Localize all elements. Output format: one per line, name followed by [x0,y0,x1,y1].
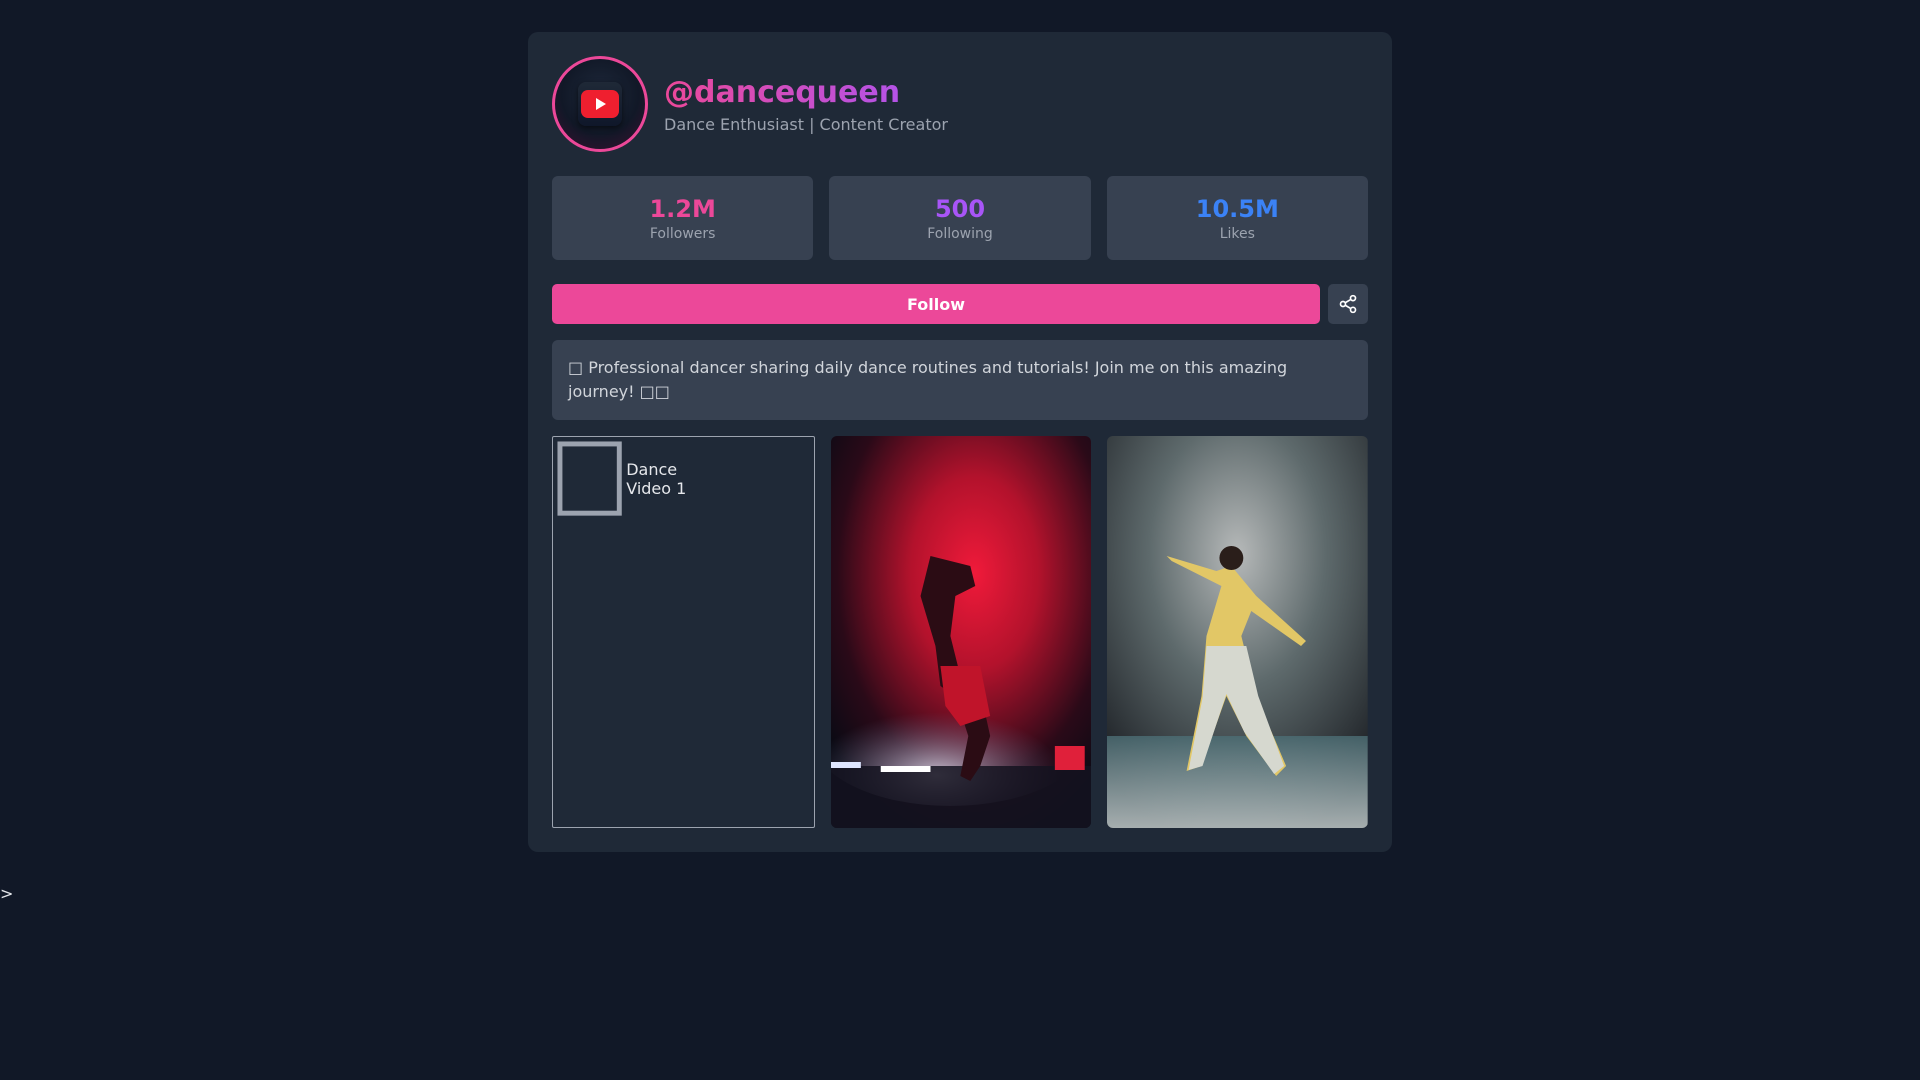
youtube-play-icon [581,90,619,118]
video-thumbnail-1[interactable]: Dance Video 1 [552,436,815,828]
broken-image-icon [557,441,622,516]
stat-followers[interactable]: 1.2M Followers [552,176,814,260]
stat-label: Likes [1219,226,1255,242]
profile-handle: @dancequeen [664,75,948,111]
share-button[interactable] [1328,284,1368,324]
stat-label: Followers [649,226,716,242]
play-icon [596,98,606,110]
video-thumbnail-3[interactable] [1107,436,1369,828]
stat-value: 10.5M [1195,195,1279,223]
action-row: Follow [552,284,1368,324]
stats-row: 1.2M Followers 500 Following 10.5M Likes [552,176,1368,260]
profile-info: @dancequeen Dance Enthusiast | Content C… [664,75,948,134]
stat-value: 500 [934,195,986,223]
broken-image-alt: Dance Video 1 [555,439,687,518]
about-text: □ Professional dancer sharing daily danc… [568,358,1288,401]
profile-header: @dancequeen Dance Enthusiast | Content C… [552,56,1368,152]
video-thumbnail-2[interactable] [830,436,1092,828]
avatar[interactable] [552,56,648,152]
video-grid: Dance Video 1 [552,436,1369,828]
stat-likes[interactable]: 10.5M Likes [1106,176,1368,260]
dancer-image [1107,436,1369,828]
follow-button[interactable]: Follow [552,284,1320,324]
tv-frame [578,82,622,126]
profile-card: @dancequeen Dance Enthusiast | Content C… [528,32,1392,852]
profile-tagline: Dance Enthusiast | Content Creator [664,114,948,134]
about-section: □ Professional dancer sharing daily danc… [552,340,1368,420]
video-alt-text: Dance Video 1 [626,459,687,498]
stray-text: > [0,884,14,903]
stat-value: 1.2M [649,195,716,223]
stat-following[interactable]: 500 Following [829,176,1091,260]
stat-label: Following [927,226,993,242]
share-icon [1339,294,1357,314]
breakdancer-image [830,436,1092,828]
